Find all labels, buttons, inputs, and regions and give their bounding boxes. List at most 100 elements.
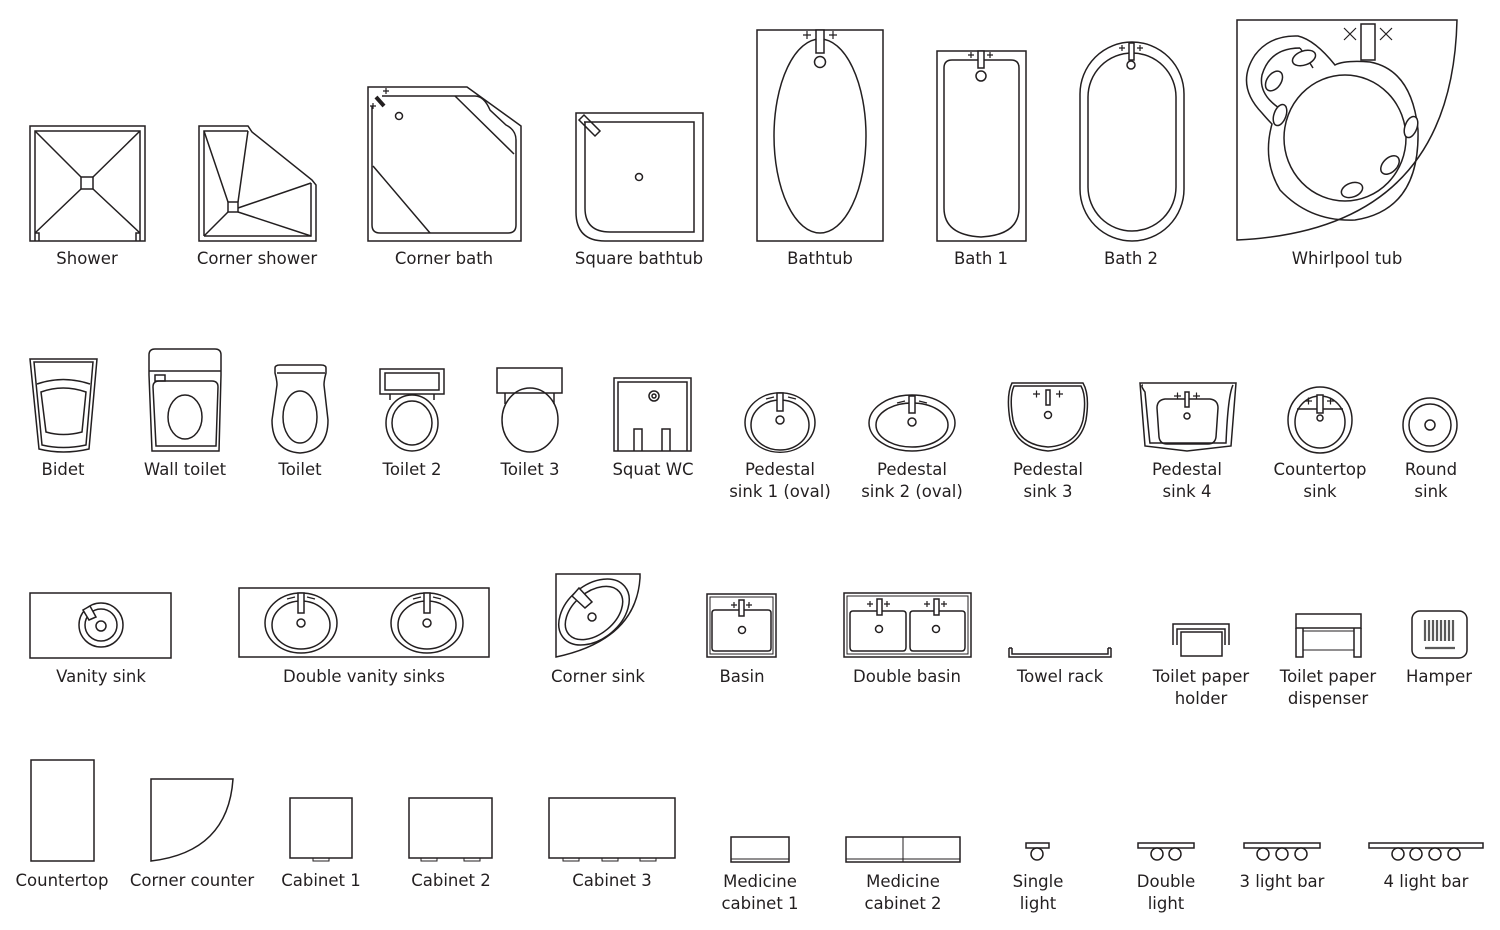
single-light-symbol[interactable] bbox=[1025, 842, 1050, 861]
label-corner-sink: Corner sink bbox=[551, 667, 645, 686]
label-bath-1: Bath 1 bbox=[953, 249, 1009, 268]
label-line: Double bbox=[1136, 872, 1196, 891]
3-light-bar-symbol[interactable] bbox=[1243, 842, 1321, 861]
label-bidet: Bidet bbox=[41, 460, 85, 479]
double-vanity-sinks-symbol[interactable] bbox=[238, 587, 490, 658]
label-line: Medicine bbox=[866, 872, 940, 891]
label-line: Pedestal bbox=[745, 460, 815, 479]
bathtub-symbol[interactable] bbox=[756, 29, 884, 242]
label-medicine-cabinet-1: Medicine cabinet 1 bbox=[721, 871, 798, 915]
label-line: sink 2 (oval) bbox=[861, 482, 963, 501]
label-toilet-paper-dispenser: Toilet paper dispenser bbox=[1280, 666, 1376, 710]
label-bath-2: Bath 2 bbox=[1103, 249, 1159, 268]
label-toilet-3: Toilet 3 bbox=[500, 460, 560, 479]
cabinet-2-symbol[interactable] bbox=[408, 797, 493, 862]
label-double-light: Double light bbox=[1137, 871, 1195, 915]
pedestal-sink-2-symbol[interactable] bbox=[868, 394, 956, 452]
label-towel-rack: Towel rack bbox=[1016, 667, 1104, 686]
label-toilet-paper-holder: Toilet paper holder bbox=[1153, 666, 1249, 710]
square-bathtub-symbol[interactable] bbox=[575, 112, 704, 242]
shower-symbol[interactable] bbox=[29, 125, 146, 242]
medicine-cabinet-1-symbol[interactable] bbox=[730, 836, 790, 863]
label-pedestal-sink-4: Pedestal sink 4 bbox=[1152, 459, 1222, 503]
label-3-light-bar: 3 light bar bbox=[1239, 872, 1325, 891]
label-corner-counter: Corner counter bbox=[129, 871, 255, 890]
label-line: cabinet 2 bbox=[864, 894, 942, 913]
label-line: Toilet paper bbox=[1279, 667, 1377, 686]
label-cabinet-1: Cabinet 1 bbox=[281, 871, 361, 890]
pedestal-sink-3-symbol[interactable] bbox=[1007, 382, 1089, 452]
corner-bath-symbol[interactable] bbox=[367, 86, 522, 242]
toilet-symbol[interactable] bbox=[271, 364, 329, 454]
corner-shower-symbol[interactable] bbox=[198, 125, 317, 242]
label-squat-wc: Squat WC bbox=[612, 460, 694, 479]
4-light-bar-symbol[interactable] bbox=[1368, 842, 1484, 861]
cabinet-1-symbol[interactable] bbox=[289, 797, 353, 862]
label-vanity-sink: Vanity sink bbox=[56, 667, 146, 686]
label-line: sink bbox=[1303, 482, 1337, 501]
label-line: light bbox=[1019, 894, 1057, 913]
label-pedestal-sink-3: Pedestal sink 3 bbox=[1013, 459, 1083, 503]
label-cabinet-2: Cabinet 2 bbox=[411, 871, 491, 890]
toilet-paper-dispenser-symbol[interactable] bbox=[1295, 613, 1362, 658]
bath-2-symbol[interactable] bbox=[1079, 41, 1185, 242]
bidet-symbol[interactable] bbox=[29, 358, 98, 453]
label-countertop: Countertop bbox=[15, 871, 109, 890]
toilet-paper-holder-symbol[interactable] bbox=[1172, 623, 1230, 657]
label-line: cabinet 1 bbox=[721, 894, 799, 913]
pedestal-sink-1-symbol[interactable] bbox=[744, 392, 816, 453]
toilet-2-symbol[interactable] bbox=[379, 368, 445, 452]
towel-rack-symbol[interactable] bbox=[1008, 647, 1112, 658]
label-whirlpool-tub: Whirlpool tub bbox=[1291, 249, 1403, 268]
label-line: Pedestal bbox=[1152, 460, 1222, 479]
label-toilet-2: Toilet 2 bbox=[382, 460, 442, 479]
label-single-light: Single light bbox=[1013, 871, 1064, 915]
label-wall-toilet: Wall toilet bbox=[143, 460, 227, 479]
label-corner-shower: Corner shower bbox=[196, 249, 318, 268]
label-square-bathtub: Square bathtub bbox=[574, 249, 704, 268]
label-line: light bbox=[1147, 894, 1185, 913]
label-line: sink bbox=[1414, 482, 1448, 501]
label-line: Pedestal bbox=[1013, 460, 1083, 479]
hamper-symbol[interactable] bbox=[1411, 610, 1468, 659]
label-line: Pedestal bbox=[877, 460, 947, 479]
label-pedestal-sink-1: Pedestal sink 1 (oval) bbox=[729, 459, 831, 503]
label-medicine-cabinet-2: Medicine cabinet 2 bbox=[864, 871, 941, 915]
label-cabinet-3: Cabinet 3 bbox=[572, 871, 652, 890]
label-line: Medicine bbox=[723, 872, 797, 891]
label-hamper: Hamper bbox=[1406, 667, 1472, 686]
label-line: Toilet paper bbox=[1152, 667, 1250, 686]
round-sink-symbol[interactable] bbox=[1402, 397, 1458, 453]
label-bathtub: Bathtub bbox=[787, 249, 853, 268]
corner-sink-symbol[interactable] bbox=[546, 566, 642, 659]
label-line: dispenser bbox=[1287, 689, 1369, 708]
medicine-cabinet-2-symbol[interactable] bbox=[845, 836, 961, 863]
double-light-symbol[interactable] bbox=[1137, 842, 1195, 861]
label-line: Countertop bbox=[1273, 460, 1367, 479]
label-line: sink 1 (oval) bbox=[729, 482, 831, 501]
pedestal-sink-4-symbol[interactable] bbox=[1139, 382, 1237, 452]
basin-symbol[interactable] bbox=[706, 593, 777, 658]
whirlpool-tub-symbol[interactable] bbox=[1236, 19, 1458, 241]
bath-1-symbol[interactable] bbox=[936, 50, 1027, 242]
label-line: sink 4 bbox=[1162, 482, 1212, 501]
label-4-light-bar: 4 light bar bbox=[1383, 872, 1469, 891]
label-countertop-sink: Countertop sink bbox=[1274, 459, 1367, 503]
label-toilet: Toilet bbox=[278, 460, 322, 479]
label-double-vanity-sinks: Double vanity sinks bbox=[283, 667, 445, 686]
countertop-symbol[interactable] bbox=[30, 759, 95, 862]
label-shower: Shower bbox=[56, 249, 118, 268]
label-round-sink: Round sink bbox=[1405, 459, 1457, 503]
label-pedestal-sink-2: Pedestal sink 2 (oval) bbox=[861, 459, 963, 503]
vanity-sink-symbol[interactable] bbox=[29, 592, 172, 659]
label-line: sink 3 bbox=[1023, 482, 1073, 501]
toilet-3-symbol[interactable] bbox=[496, 367, 563, 453]
cabinet-3-symbol[interactable] bbox=[548, 797, 676, 862]
label-line: Single bbox=[1012, 872, 1064, 891]
double-basin-symbol[interactable] bbox=[843, 592, 972, 658]
wall-toilet-symbol[interactable] bbox=[148, 348, 222, 452]
label-corner-bath: Corner bath bbox=[394, 249, 494, 268]
countertop-sink-symbol[interactable] bbox=[1287, 386, 1353, 454]
corner-counter-symbol[interactable] bbox=[150, 778, 234, 862]
squat-wc-symbol[interactable] bbox=[613, 377, 692, 452]
